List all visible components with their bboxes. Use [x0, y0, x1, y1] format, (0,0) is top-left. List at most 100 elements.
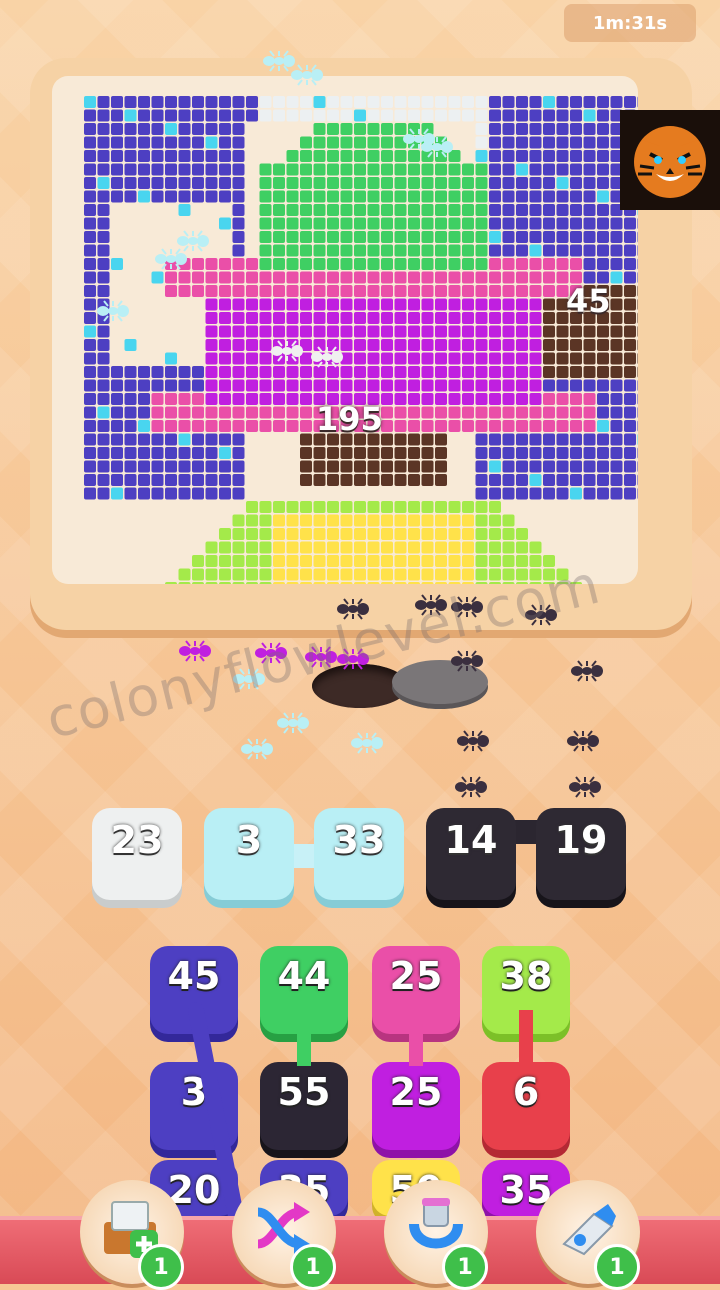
pixel-tile [610, 312, 623, 324]
pixel-tile [151, 271, 164, 284]
ant-icon [566, 730, 600, 752]
pixel-tile [570, 136, 582, 149]
pixel-tile [205, 474, 218, 486]
pixel-tile [475, 312, 488, 324]
pixel-tile [124, 433, 137, 446]
pixel-tile [502, 150, 515, 162]
pixel-tile [165, 366, 177, 378]
pixel-tile [219, 528, 231, 540]
pixel-tile [448, 312, 461, 324]
pixel-tile [556, 123, 569, 135]
pixel-tile [273, 231, 285, 243]
pixel-tile [597, 474, 609, 486]
queue-slot-cyan-a[interactable]: 3 [204, 808, 294, 900]
pixel-tile [475, 285, 488, 297]
pixel-tile [286, 244, 299, 257]
pixel-tile [151, 406, 164, 419]
pixel-tile [624, 298, 636, 311]
pixel-tile [354, 109, 366, 122]
pixel-tile [367, 177, 380, 189]
pixel-tile [543, 96, 555, 108]
queue-slot-white[interactable]: 23 [92, 808, 182, 900]
pixel-tile [273, 528, 285, 540]
pixel-tile [597, 231, 609, 243]
pixel-tile [192, 474, 204, 486]
pixel-tile [597, 487, 609, 500]
pixel-tile [556, 163, 569, 176]
pixel-tile [111, 190, 123, 203]
block-magenta-mid[interactable]: 25 [372, 1062, 460, 1150]
pixel-tile [111, 150, 123, 162]
pixel-tile [610, 393, 623, 405]
pixel-tile [435, 447, 447, 459]
block-purple-top[interactable]: 45 [150, 946, 238, 1034]
pixel-tile [84, 244, 96, 257]
pixel-tile [435, 528, 447, 540]
pixel-tile [165, 150, 177, 162]
pixel-tile [273, 325, 285, 338]
magnet-booster-button[interactable]: 1 [384, 1180, 488, 1290]
pixel-tile [543, 150, 555, 162]
pixel-tile [583, 366, 596, 378]
queue-slot-cyan-b[interactable]: 33 [314, 808, 404, 900]
pixel-tile [637, 393, 638, 405]
queue-slot-dark-b[interactable]: 19 [536, 808, 626, 900]
pixel-tile [354, 285, 366, 297]
pixel-tile [421, 541, 434, 554]
block-dark-mid[interactable]: 55 [260, 1062, 348, 1150]
pixel-tile [178, 190, 191, 203]
pixel-tile [435, 204, 447, 216]
pixel-tile [570, 258, 582, 270]
pixel-tile [354, 231, 366, 243]
block-red-mid[interactable]: 6 [482, 1062, 570, 1150]
add-box-booster-button[interactable]: 1 [80, 1180, 184, 1290]
pixel-tile [232, 582, 245, 584]
pixel-tile [300, 379, 312, 392]
pixel-tile [111, 460, 123, 473]
pixel-tile [570, 217, 582, 230]
pixel-tile [489, 109, 501, 122]
pixel-tile [529, 217, 542, 230]
pixel-tile [327, 217, 339, 230]
pixel-tile [421, 501, 434, 513]
ant-icon [568, 776, 602, 798]
pixel-tile [178, 379, 191, 392]
pixel-tile [367, 312, 380, 324]
pixel-tile [610, 487, 623, 500]
pixel-tile [313, 258, 326, 270]
pixel-tile [583, 325, 596, 338]
pixel-tile [327, 501, 339, 513]
pixel-tile [448, 244, 461, 257]
vacuum-booster-button[interactable]: 1 [536, 1180, 640, 1290]
pixel-tile [354, 447, 366, 459]
pixel-tile [502, 352, 515, 365]
pixel-tile [462, 555, 474, 567]
queue-slot-dark-a[interactable]: 14 [426, 808, 516, 900]
pixel-tile [475, 433, 488, 446]
block-lime-top[interactable]: 38 [482, 946, 570, 1034]
pixel-tile [259, 325, 272, 338]
pixel-tile [516, 325, 528, 338]
pixel-tile [408, 244, 420, 257]
pixel-tile [219, 285, 231, 297]
block-pink-top[interactable]: 25 [372, 946, 460, 1034]
pixel-tile [327, 298, 339, 311]
pixel-tile [489, 406, 501, 419]
pixel-tile [570, 177, 582, 189]
pixel-tile [583, 136, 596, 149]
pixel-tile [489, 541, 501, 554]
pixel-tile [435, 366, 447, 378]
pixel-tile [448, 96, 461, 108]
block-green-top[interactable]: 44 [260, 946, 348, 1034]
block-purple-mid[interactable]: 3 [150, 1062, 238, 1150]
pixel-tile [124, 150, 137, 162]
pixel-tile [624, 460, 636, 473]
pixel-tile [84, 460, 96, 473]
pixel-tile [435, 96, 447, 108]
shuffle-booster-button[interactable]: 1 [232, 1180, 336, 1290]
pixel-tile [597, 217, 609, 230]
pixel-tile [84, 393, 96, 405]
pixel-tile [556, 109, 569, 122]
pixel-tile [327, 528, 339, 540]
pixel-tile [583, 406, 596, 419]
